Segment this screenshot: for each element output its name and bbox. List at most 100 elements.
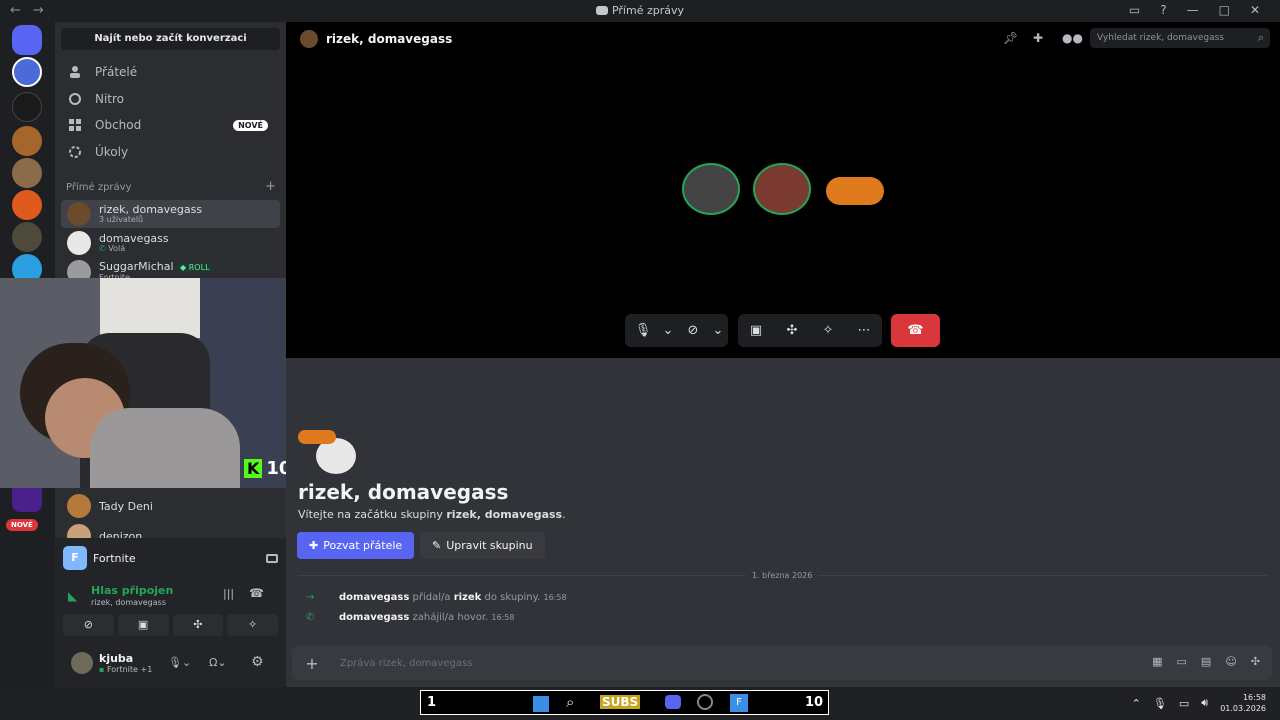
dm-item[interactable]: Tady Deni <box>61 492 280 520</box>
header-search-input[interactable]: Vyhledat rizek, domavegass ⌕ <box>1090 28 1270 48</box>
emoji-icon[interactable]: ☺ <box>1225 655 1236 668</box>
edit-label: Upravit skupinu <box>446 539 533 552</box>
participant-avatar[interactable] <box>753 163 811 215</box>
screen-share-button[interactable]: ▣ <box>117 614 169 636</box>
noise-suppression-icon[interactable]: ||| <box>223 587 234 600</box>
window-title: Přímé zprávy <box>0 4 1280 17</box>
microphone-icon[interactable]: 🎙︎⌄ <box>168 656 191 669</box>
clock-date: 01.03.2026 <box>1220 704 1266 713</box>
signal-icon: ◣ <box>68 589 78 603</box>
search-icon[interactable]: ⌕ <box>566 693 574 711</box>
gamepad-icon: ▪ <box>99 665 107 674</box>
server-icon[interactable] <box>12 222 42 252</box>
voice-channel[interactable]: rizek, domavegass <box>91 598 166 607</box>
dm-name: rizek, domavegass <box>99 202 203 216</box>
minimize-button[interactable]: — <box>1187 3 1199 17</box>
microphone-tray-icon[interactable]: 🎙︎ <box>1153 697 1167 710</box>
apps-icon[interactable]: ✣ <box>1251 655 1260 668</box>
hangup-button[interactable]: ☎ <box>891 314 940 347</box>
stream-right-number: 10 <box>805 695 824 710</box>
msg-user[interactable]: domavegass <box>339 592 409 603</box>
pencil-icon: ✎ <box>432 539 442 552</box>
pin-icon[interactable]: 📌︎ <box>1003 31 1018 45</box>
friends-icon <box>67 64 83 80</box>
quests-icon <box>67 144 83 160</box>
discord-app-icon[interactable] <box>665 695 681 709</box>
close-button[interactable]: ✕ <box>1250 3 1260 17</box>
activities-button[interactable]: ✣ <box>774 323 810 338</box>
screen-share-button[interactable]: ▣ <box>738 323 774 338</box>
volume-icon[interactable]: 🔊︎ <box>1201 696 1208 710</box>
find-conversation-button[interactable]: Najít nebo začít konverzaci <box>61 28 280 50</box>
dm-sub-text: Volá <box>108 243 126 253</box>
server-icon[interactable] <box>12 126 42 156</box>
dm-item[interactable]: rizek, domavegass 3 uživatelů <box>61 200 280 228</box>
headset-icon[interactable]: Ω⌄ <box>209 656 227 669</box>
user-avatar[interactable] <box>71 652 93 674</box>
title-bar: ← → Přímé zprávy ▭ ? — □ ✕ <box>0 0 1280 22</box>
dm-name-text: SuggarMichal <box>99 260 174 273</box>
dm-item[interactable]: domavegass ✆ Volá <box>61 229 280 257</box>
chevron-up-icon[interactable]: ⌃ <box>1132 697 1141 710</box>
camera-options-chevron-icon[interactable]: ⌄ <box>711 323 725 338</box>
soundboard-button[interactable]: ✧ <box>227 614 278 636</box>
call-header: rizek, domavegass <box>300 30 452 48</box>
msg-user[interactable]: domavegass <box>339 612 409 623</box>
activity-row[interactable]: F Fortnite <box>63 545 278 571</box>
avatar <box>67 231 91 255</box>
add-dm-button[interactable]: + <box>265 180 276 193</box>
discord-small-icon <box>595 6 608 15</box>
dm-sub: ✆ Volá <box>99 244 169 254</box>
microphone-button[interactable]: 🎙︎ <box>625 323 661 338</box>
nav-friends[interactable]: Přátelé <box>61 59 280 85</box>
settings-gear-icon[interactable]: ⚙ <box>251 654 264 670</box>
edit-group-button[interactable]: ✎ Upravit skupinu <box>420 532 545 559</box>
server-icon[interactable] <box>12 190 42 220</box>
camera-off-button[interactable]: ⊘ <box>63 614 114 636</box>
composer-icons: ▦ ▭ ▤ ☺ ✣ <box>1152 655 1260 668</box>
gif-icon[interactable]: ▭ <box>1177 655 1187 668</box>
fortnite-app-icon[interactable]: F <box>730 694 748 712</box>
activities-button[interactable]: ✣ <box>172 614 224 636</box>
voice-actions: ⊘ ▣ ✣ ✧ <box>63 614 278 636</box>
voice-status-label[interactable]: Hlas připojen <box>91 584 173 597</box>
screen-share-icon[interactable] <box>266 553 278 563</box>
dm-name: Tady Deni <box>99 499 153 513</box>
participant-avatar[interactable] <box>682 163 740 215</box>
soundboard-button[interactable]: ✧ <box>810 323 846 338</box>
nav-shop[interactable]: Obchod NOVÉ <box>61 112 280 138</box>
inbox-icon[interactable]: ▭ <box>1129 3 1140 17</box>
call-header-title: rizek, domavegass <box>326 32 453 46</box>
mic-options-chevron-icon[interactable]: ⌄ <box>661 323 675 338</box>
members-icon[interactable]: ●● <box>1062 31 1083 45</box>
invite-friends-button[interactable]: ✚ Pozvat přátele <box>297 532 415 559</box>
camera-button[interactable]: ⊘ <box>675 323 711 338</box>
help-icon[interactable]: ? <box>1160 3 1166 17</box>
more-options-button[interactable]: ⋯ <box>846 323 882 338</box>
server-icon[interactable] <box>12 57 42 87</box>
nav-nitro[interactable]: Nitro <box>61 86 280 112</box>
add-friend-icon[interactable]: ✚ <box>1033 31 1043 45</box>
maximize-button[interactable]: □ <box>1219 3 1230 17</box>
discord-home-icon[interactable] <box>12 25 42 55</box>
sticker-icon[interactable]: ▤ <box>1201 655 1211 668</box>
message-input[interactable]: Zpráva rizek, domavegass <box>340 658 472 669</box>
nav-quests[interactable]: Úkoly <box>61 139 280 165</box>
clock[interactable]: 16:58 01.03.2026 <box>1220 692 1266 714</box>
participant-avatar[interactable] <box>826 177 884 205</box>
roll-badge: ◆ ROLL <box>177 263 213 272</box>
gift-icon[interactable]: ▦ <box>1152 655 1162 668</box>
invite-label: Pozvat přátele <box>323 539 403 552</box>
network-icon[interactable]: ▭ <box>1179 697 1189 710</box>
attach-plus-icon[interactable]: + <box>292 654 332 673</box>
server-icon[interactable] <box>12 92 42 122</box>
nitro-icon <box>67 91 83 107</box>
disconnect-icon[interactable]: ☎ <box>249 586 264 600</box>
add-user-icon: ✚ <box>309 539 319 552</box>
server-icon[interactable] <box>12 158 42 188</box>
msg-target[interactable]: rizek <box>454 592 482 603</box>
app-icon[interactable] <box>697 694 713 710</box>
stream-left-number: 1 <box>427 695 437 710</box>
group-icon <box>300 30 318 48</box>
windows-start-icon[interactable] <box>533 696 549 712</box>
